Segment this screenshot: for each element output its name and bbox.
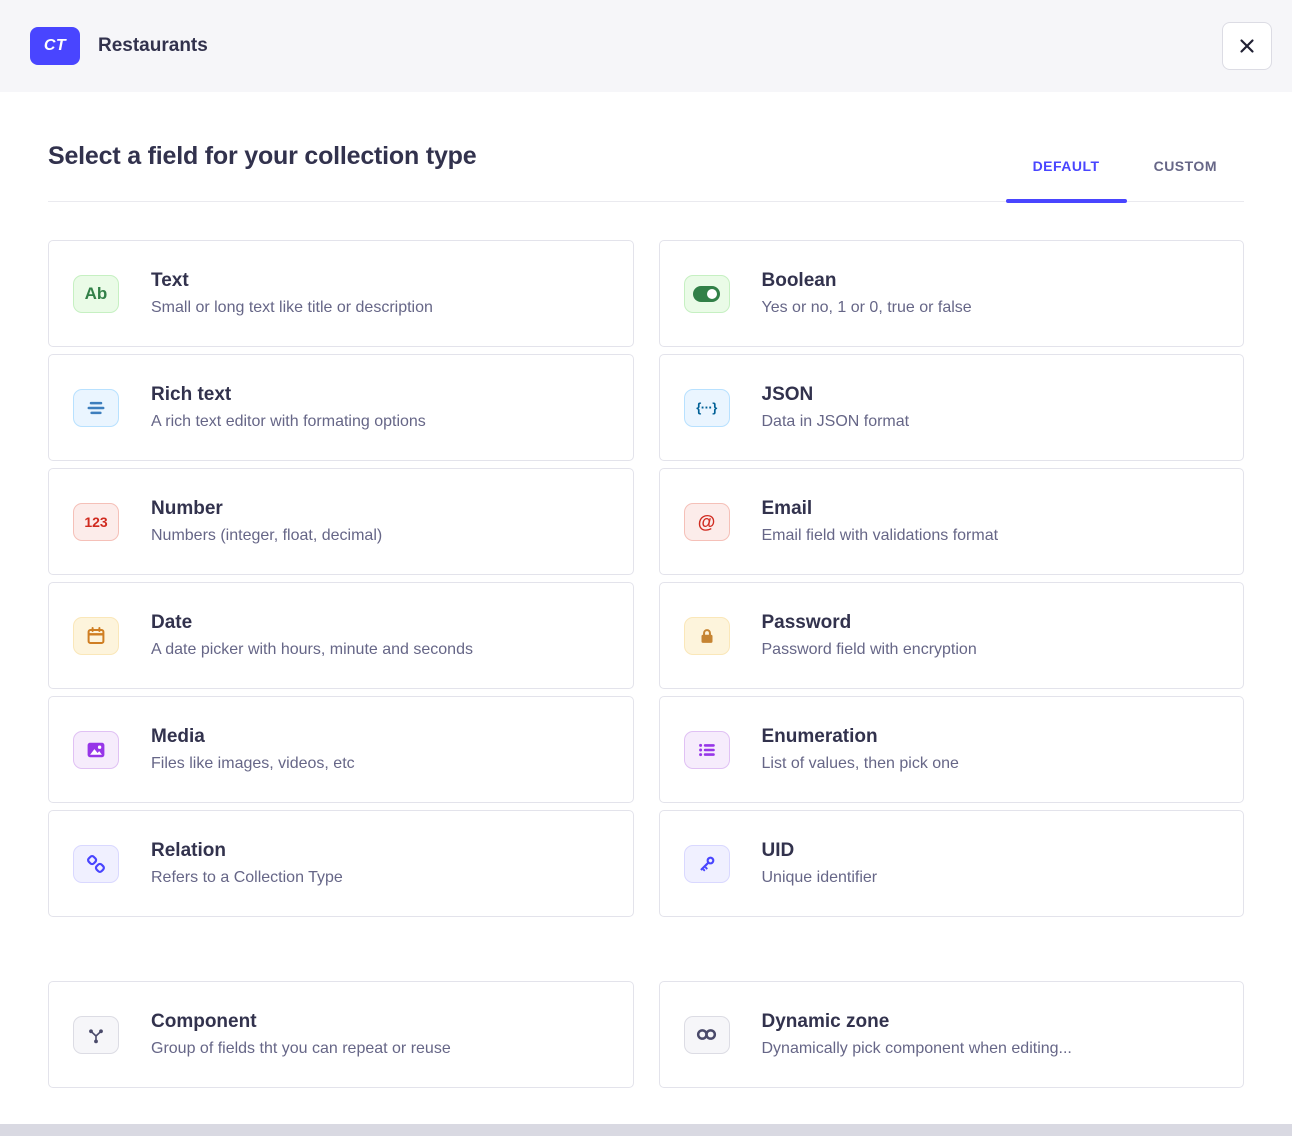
field-card-text[interactable]: Ab Text Small or long text like title or…	[48, 240, 634, 347]
infinity-icon	[684, 1016, 730, 1054]
field-description: Email field with validations format	[762, 527, 999, 545]
modal-body: Select a field for your collection type …	[0, 142, 1292, 1088]
field-title: UID	[762, 840, 878, 862]
link-icon	[73, 845, 119, 883]
field-description: Dynamically pick component when editing.…	[762, 1040, 1072, 1058]
field-description: Numbers (integer, float, decimal)	[151, 527, 382, 545]
title-row: Select a field for your collection type …	[48, 142, 1244, 202]
field-description: A rich text editor with formating option…	[151, 413, 426, 431]
numbers-123-icon: 123	[73, 503, 119, 541]
toggle-icon	[684, 275, 730, 313]
field-card-password[interactable]: Password Password field with encryption	[659, 582, 1245, 689]
field-title: Password	[762, 612, 977, 634]
ab-glyph-icon: Ab	[73, 275, 119, 313]
field-title: Relation	[151, 840, 343, 862]
collection-type-badge: CT	[30, 27, 80, 65]
node-tree-icon	[73, 1016, 119, 1054]
field-description: Files like images, videos, etc	[151, 755, 355, 773]
field-title: Component	[151, 1011, 451, 1033]
field-card-relation[interactable]: Relation Refers to a Collection Type	[48, 810, 634, 917]
field-description: Data in JSON format	[762, 413, 910, 431]
field-title: Number	[151, 498, 382, 520]
field-card-enumeration[interactable]: Enumeration List of values, then pick on…	[659, 696, 1245, 803]
field-card-uid[interactable]: UID Unique identifier	[659, 810, 1245, 917]
braces-icon: {···}	[684, 389, 730, 427]
field-title: Rich text	[151, 384, 426, 406]
field-description: Refers to a Collection Type	[151, 869, 343, 887]
field-description: Password field with encryption	[762, 641, 977, 659]
field-title: JSON	[762, 384, 910, 406]
lock-icon	[684, 617, 730, 655]
collection-title: Restaurants	[98, 35, 208, 57]
close-button[interactable]	[1222, 22, 1272, 70]
default-fields-grid: Ab Text Small or long text like title or…	[48, 240, 1244, 917]
image-icon	[73, 731, 119, 769]
close-icon	[1236, 35, 1258, 57]
field-description: Group of fields tht you can repeat or re…	[151, 1040, 451, 1058]
field-card-rich-text[interactable]: Rich text A rich text editor with format…	[48, 354, 634, 461]
field-title: Enumeration	[762, 726, 959, 748]
field-title: Date	[151, 612, 473, 634]
field-title: Text	[151, 270, 433, 292]
extra-fields-grid: Component Group of fields tht you can re…	[48, 981, 1244, 1088]
page-title: Select a field for your collection type	[48, 142, 476, 171]
tabs: DEFAULT CUSTOM	[1006, 152, 1244, 201]
field-title: Dynamic zone	[762, 1011, 1072, 1033]
field-description: Yes or no, 1 or 0, true or false	[762, 299, 972, 317]
field-card-number[interactable]: 123 Number Numbers (integer, float, deci…	[48, 468, 634, 575]
at-sign-icon: @	[684, 503, 730, 541]
field-description: Small or long text like title or descrip…	[151, 299, 433, 317]
field-description: Unique identifier	[762, 869, 878, 887]
tab-default[interactable]: DEFAULT	[1006, 152, 1127, 201]
bullet-list-icon	[684, 731, 730, 769]
field-card-component[interactable]: Component Group of fields tht you can re…	[48, 981, 634, 1088]
field-card-date[interactable]: Date A date picker with hours, minute an…	[48, 582, 634, 689]
key-icon	[684, 845, 730, 883]
field-title: Boolean	[762, 270, 972, 292]
field-description: List of values, then pick one	[762, 755, 959, 773]
tab-custom[interactable]: CUSTOM	[1127, 152, 1244, 201]
footer-edge	[0, 1124, 1292, 1136]
field-card-dynamic-zone[interactable]: Dynamic zone Dynamically pick component …	[659, 981, 1245, 1088]
field-card-media[interactable]: Media Files like images, videos, etc	[48, 696, 634, 803]
field-card-email[interactable]: @ Email Email field with validations for…	[659, 468, 1245, 575]
field-card-boolean[interactable]: Boolean Yes or no, 1 or 0, true or false	[659, 240, 1245, 347]
align-text-icon	[73, 389, 119, 427]
field-title: Email	[762, 498, 999, 520]
calendar-icon	[73, 617, 119, 655]
field-title: Media	[151, 726, 355, 748]
field-card-json[interactable]: {···} JSON Data in JSON format	[659, 354, 1245, 461]
modal-header: CT Restaurants	[0, 0, 1292, 92]
field-description: A date picker with hours, minute and sec…	[151, 641, 473, 659]
